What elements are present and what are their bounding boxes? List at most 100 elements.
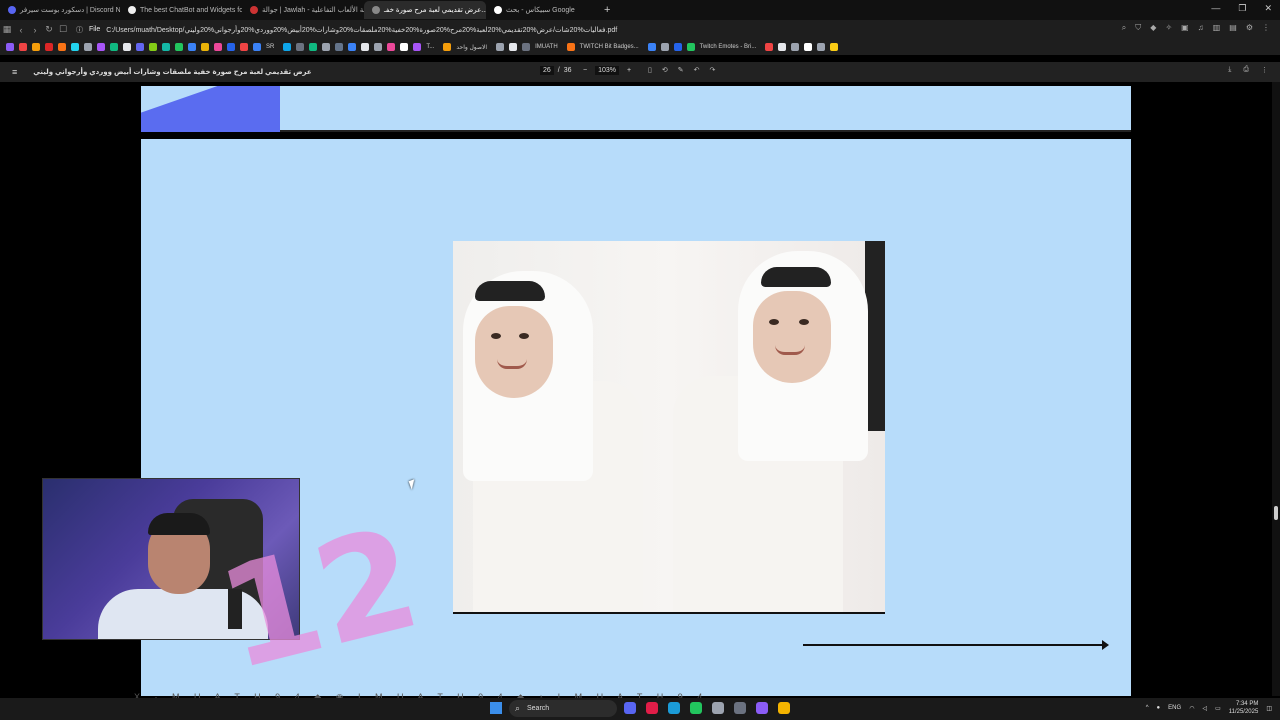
bookmark-label[interactable]: Twitch Emotes - Bri... xyxy=(700,44,757,50)
bookmark-icon[interactable] xyxy=(443,43,452,51)
browser-tab[interactable]: سبيكاس - بحث Google xyxy=(486,1,596,19)
bookmark-icon[interactable] xyxy=(71,43,79,51)
music-icon[interactable]: ♫ xyxy=(1198,23,1204,33)
browser-tab[interactable]: The best ChatBot and Widgets for K... xyxy=(120,1,242,19)
bookmark-icon[interactable] xyxy=(335,43,344,51)
bookmark-icon[interactable] xyxy=(283,43,292,51)
bookmark-icon[interactable] xyxy=(348,43,357,51)
bookmark-icon[interactable] xyxy=(97,43,105,51)
wifi-icon[interactable]: ◠ xyxy=(1189,705,1194,712)
back-icon[interactable]: ‹ xyxy=(14,25,28,35)
url-field[interactable]: ⓘ File C:/Users/muath/Desktop/فعاليات%20… xyxy=(76,25,617,35)
split-view-icon[interactable]: ▤ xyxy=(1229,23,1237,33)
notifications-icon[interactable]: ◫ xyxy=(1266,705,1272,712)
bookmark-icon[interactable] xyxy=(201,43,209,51)
bookmark-icon[interactable] xyxy=(296,43,305,51)
bookmark-icon[interactable] xyxy=(522,43,531,51)
zoom-icon[interactable]: ⌕ xyxy=(1122,23,1126,33)
bookmark-icon[interactable] xyxy=(32,43,40,51)
browser-tab[interactable]: عرض تقديمي لعبة مرح صورة خفـ...× xyxy=(364,1,486,19)
maximize-button[interactable]: ❐ xyxy=(1238,3,1246,14)
volume-icon[interactable]: ◁ xyxy=(1202,705,1207,712)
bookmark-icon[interactable] xyxy=(778,43,787,51)
bookmark-icon[interactable] xyxy=(84,43,92,51)
bookmark-icon[interactable] xyxy=(253,43,261,51)
bookmark-icon[interactable] xyxy=(673,43,682,51)
bookmark-icon[interactable] xyxy=(6,43,14,51)
bookmark-icon[interactable] xyxy=(361,43,370,51)
screenshot-icon[interactable]: ▣ xyxy=(1181,23,1189,33)
bookmark-icon[interactable] xyxy=(309,43,318,51)
bookmark-icon[interactable] xyxy=(387,43,396,51)
bookmark-icon[interactable] xyxy=(686,43,695,51)
sidebar-icon[interactable]: ▥ xyxy=(1213,23,1221,33)
bookmark-icon[interactable] xyxy=(322,43,331,51)
bookmark-icon[interactable] xyxy=(227,43,235,51)
bookmark-icon[interactable] xyxy=(830,43,839,51)
taskbar-app-icon[interactable] xyxy=(646,702,658,714)
reload-icon[interactable]: ↻ xyxy=(42,24,56,35)
tray-chevron-icon[interactable]: ^ xyxy=(1146,705,1149,711)
bookmark-label[interactable]: IMUATH xyxy=(535,44,558,50)
taskbar-app-icon[interactable] xyxy=(712,702,724,714)
extension-icon[interactable]: ◆ xyxy=(1150,23,1156,33)
info-icon[interactable]: ⓘ xyxy=(76,25,83,35)
bookmark-icon[interactable] xyxy=(374,43,383,51)
zoom-out-button[interactable]: − xyxy=(583,67,587,74)
bookmark-icon[interactable] xyxy=(566,43,575,51)
mic-icon[interactable]: ● xyxy=(1157,705,1161,711)
zoom-input[interactable]: 103% xyxy=(595,66,619,75)
bookmark-icon[interactable] xyxy=(413,43,422,51)
more-options-icon[interactable]: ⋮ xyxy=(1261,66,1268,74)
bookmark-icon[interactable] xyxy=(149,43,157,51)
bookmark-icon[interactable] xyxy=(817,43,826,51)
shield-icon[interactable]: ⛉ xyxy=(1135,23,1141,33)
bookmark-icon[interactable] xyxy=(240,43,248,51)
scrollbar[interactable] xyxy=(1272,82,1280,696)
redo-icon[interactable]: ↷ xyxy=(709,66,715,74)
taskbar-app-icon[interactable] xyxy=(734,702,746,714)
browser-tab[interactable]: دسكورد بوست سيرفر | Discord Nitro xyxy=(0,1,120,19)
url-text[interactable]: C:/Users/muath/Desktop/فعاليات%20شات/عرض… xyxy=(106,26,617,34)
taskbar-search[interactable]: ⌕ Search xyxy=(509,700,617,717)
bookmark-label[interactable]: الاصول واحد xyxy=(456,44,487,51)
bookmark-page-icon[interactable]: ☐ xyxy=(56,24,70,35)
minimize-button[interactable]: — xyxy=(1211,3,1220,14)
bookmark-icon[interactable] xyxy=(175,43,183,51)
bookmark-icon[interactable] xyxy=(110,43,118,51)
bookmark-icon[interactable] xyxy=(162,43,170,51)
bookmark-icon[interactable] xyxy=(791,43,800,51)
taskbar-app-icon[interactable] xyxy=(624,702,636,714)
puzzle-icon[interactable]: ✧ xyxy=(1165,23,1172,33)
settings-icon[interactable]: ⚙ xyxy=(1246,23,1253,33)
bookmark-icon[interactable] xyxy=(496,43,505,51)
annotate-icon[interactable]: ✎ xyxy=(678,66,684,74)
bookmark-icon[interactable] xyxy=(136,43,144,51)
bookmark-label[interactable]: T... xyxy=(426,44,434,50)
bookmark-icon[interactable] xyxy=(19,43,27,51)
new-tab-button[interactable]: + xyxy=(596,4,618,16)
hamburger-menu-icon[interactable]: ≡ xyxy=(12,67,17,77)
fit-page-icon[interactable]: ▯ xyxy=(648,66,652,74)
clock[interactable]: 7:34 PM 11/25/2025 xyxy=(1229,700,1259,716)
language-indicator[interactable]: ENG xyxy=(1168,705,1181,711)
forward-icon[interactable]: › xyxy=(28,25,42,35)
download-icon[interactable]: ⤓ xyxy=(1228,66,1231,74)
bookmark-icon[interactable] xyxy=(509,43,518,51)
menu-icon[interactable]: ⋮ xyxy=(1262,23,1270,33)
bookmark-icon[interactable] xyxy=(45,43,53,51)
browser-tab[interactable]: جوالة | Jawlah - منصة الألعاب التفاعلية xyxy=(242,1,364,19)
bookmark-icon[interactable] xyxy=(804,43,813,51)
bookmark-label[interactable]: SR xyxy=(266,44,274,50)
bookmark-icon[interactable] xyxy=(58,43,66,51)
taskbar-app-icon[interactable] xyxy=(690,702,702,714)
bookmark-icon[interactable] xyxy=(647,43,656,51)
page-number-input[interactable]: 26 xyxy=(540,66,554,75)
taskbar-app-icon[interactable] xyxy=(756,702,768,714)
bookmark-icon[interactable] xyxy=(765,43,774,51)
start-button[interactable] xyxy=(490,702,502,714)
undo-icon[interactable]: ↶ xyxy=(694,66,700,74)
taskbar-app-icon[interactable] xyxy=(778,702,790,714)
rotate-icon[interactable]: ⟲ xyxy=(662,66,668,74)
bookmark-icon[interactable] xyxy=(660,43,669,51)
